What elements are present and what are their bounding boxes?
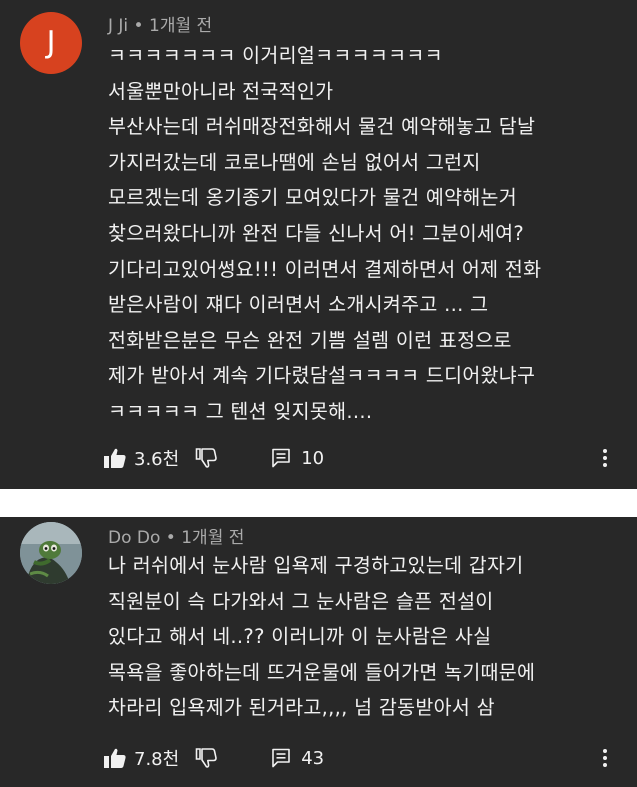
reply-button[interactable]: 43: [271, 748, 324, 769]
comment-meta: Do Do • 1개월 전: [108, 523, 244, 548]
comment-line: 전화받은분은 무슨 완전 기쁨 설렘 이런 표정으로: [108, 328, 512, 352]
comment-line: 가지러갔는데 코로나땜에 손님 없어서 그런지: [108, 150, 481, 174]
comment-card: Do Do • 1개월 전 나 러쉬에서 눈사람 입욕제 구경하고있는데 갑자기…: [0, 517, 637, 787]
meta-separator: •: [160, 528, 182, 548]
comment-line: 모르겠는데 옹기종기 모여있다가 물건 예약해논거: [108, 186, 518, 210]
reply-icon[interactable]: [271, 448, 291, 468]
like-count: 7.8천: [134, 749, 180, 770]
reply-icon[interactable]: [271, 748, 291, 768]
comment-actions: 3.6천 10: [104, 443, 324, 473]
like-button[interactable]: 3.6천: [104, 445, 179, 471]
like-count: 3.6천: [134, 449, 180, 470]
author-name[interactable]: Do Do: [108, 528, 160, 548]
comment-line: 차라리 입욕제가 된거라고,,,, 넘 감동받아서 삼: [108, 696, 495, 720]
like-button[interactable]: 7.8천: [104, 745, 179, 771]
comment-card: J J Ji • 1개월 전 ㅋㅋㅋㅋㅋㅋㅋ 이거리얼ㅋㅋㅋㅋㅋㅋㅋ 서울뿐만아…: [0, 0, 637, 489]
comment-line: 부산사는데 러쉬매장전화해서 물건 예약해놓고 담날: [108, 115, 536, 139]
comment-line: 있다고 해서 네..?? 이러니까 이 눈사람은 사실: [108, 625, 492, 649]
more-vert-icon[interactable]: [602, 448, 608, 468]
comment-time[interactable]: 1개월 전: [149, 16, 212, 36]
comment-line: 제가 받아서 계속 기다렸담설ㅋㅋㅋㅋ 드디어왔냐구: [108, 364, 536, 388]
comment-line: 서울뿐만아니라 전국적인가: [108, 79, 334, 103]
comment-meta: J Ji • 1개월 전: [108, 11, 212, 36]
comment-time[interactable]: 1개월 전: [181, 528, 244, 548]
reply-count: 10: [301, 447, 325, 469]
comment-actions: 7.8천 43: [104, 743, 324, 773]
meta-separator: •: [128, 16, 149, 36]
comment-line: ㅋㅋㅋㅋㅋ 그 텐션 잊지못해....: [108, 399, 373, 423]
thumb-down-icon[interactable]: [195, 748, 217, 768]
thumb-up-icon[interactable]: [104, 448, 126, 468]
comment-line: 직원분이 슥 다가와서 그 눈사람은 슬픈 전설이: [108, 589, 494, 613]
thumb-up-icon[interactable]: [104, 748, 126, 768]
reply-count: 43: [301, 747, 325, 769]
comment-line: 목욕을 좋아하는데 뜨거운물에 들어가면 녹기때문에: [108, 660, 536, 684]
comment-line: ㅋㅋㅋㅋㅋㅋㅋ 이거리얼ㅋㅋㅋㅋㅋㅋㅋ: [108, 44, 443, 67]
more-menu-button[interactable]: [595, 743, 615, 773]
comment-line: 기다리고있어썽요!!! 이러면서 결제하면서 어제 전화: [108, 257, 542, 281]
comment-line: 나 러쉬에서 눈사람 입욕제 구경하고있는데 갑자기: [108, 554, 524, 577]
comment-line: 받은사람이 쟤다 이러면서 소개시켜주고 ... 그: [108, 293, 489, 317]
reply-button[interactable]: 10: [271, 448, 324, 469]
thumb-down-icon[interactable]: [195, 448, 217, 468]
avatar[interactable]: J: [20, 12, 82, 74]
more-vert-icon[interactable]: [602, 748, 608, 768]
comment-line: 찾으러왔다니까 완전 다들 신나서 어! 그분이세여?: [108, 221, 525, 245]
comment-text: ㅋㅋㅋㅋㅋㅋㅋ 이거리얼ㅋㅋㅋㅋㅋㅋㅋ 서울뿐만아니라 전국적인가 부산사는데 …: [108, 38, 615, 430]
comment-text: 나 러쉬에서 눈사람 입욕제 구경하고있는데 갑자기 직원분이 슥 다가와서 그…: [108, 548, 615, 726]
more-menu-button[interactable]: [595, 443, 615, 473]
avatar[interactable]: [20, 522, 82, 584]
author-name[interactable]: J Ji: [108, 16, 128, 36]
